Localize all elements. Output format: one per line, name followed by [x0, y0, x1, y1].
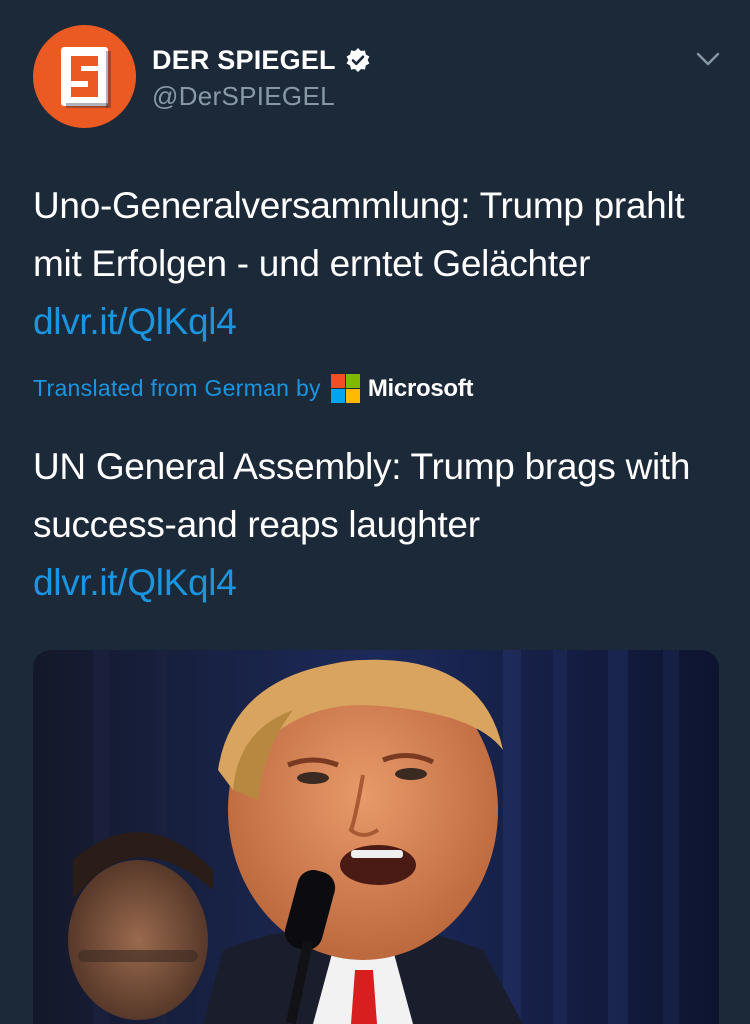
tweet-text-translated: UN General Assembly: Trump brags with su… — [33, 438, 723, 612]
translated-text: UN General Assembly: Trump brags with su… — [33, 446, 691, 545]
translator-name: Microsoft — [367, 374, 474, 402]
original-text: Uno-Generalversammlung: Trump prahlt mit… — [33, 185, 685, 284]
handle[interactable]: @DerSPIEGEL — [152, 81, 371, 112]
avatar[interactable] — [33, 25, 136, 128]
microsoft-logo-icon — [330, 374, 360, 403]
tweet-card[interactable]: DER SPIEGEL @DerSPIEGEL Uno-Generalversa… — [0, 0, 750, 1024]
display-name[interactable]: DER SPIEGEL — [152, 45, 336, 76]
verified-badge-icon — [346, 48, 370, 72]
original-link[interactable]: dlvr.it/QlKql4 — [33, 301, 237, 342]
tweet-header: DER SPIEGEL @DerSPIEGEL — [33, 25, 720, 135]
tweet-text-original: Uno-Generalversammlung: Trump prahlt mit… — [33, 177, 723, 351]
spiegel-logo-icon — [61, 47, 111, 108]
tweet-media-photo[interactable] — [33, 650, 719, 1024]
translation-label: Translated from German by — [33, 375, 321, 401]
chevron-down-icon[interactable] — [696, 51, 720, 67]
translated-link[interactable]: dlvr.it/QlKql4 — [33, 562, 237, 603]
author-names: DER SPIEGEL @DerSPIEGEL — [152, 43, 371, 112]
translation-attribution[interactable]: Translated from German by Microsoft — [33, 374, 473, 403]
photo-illustration — [33, 650, 719, 1024]
